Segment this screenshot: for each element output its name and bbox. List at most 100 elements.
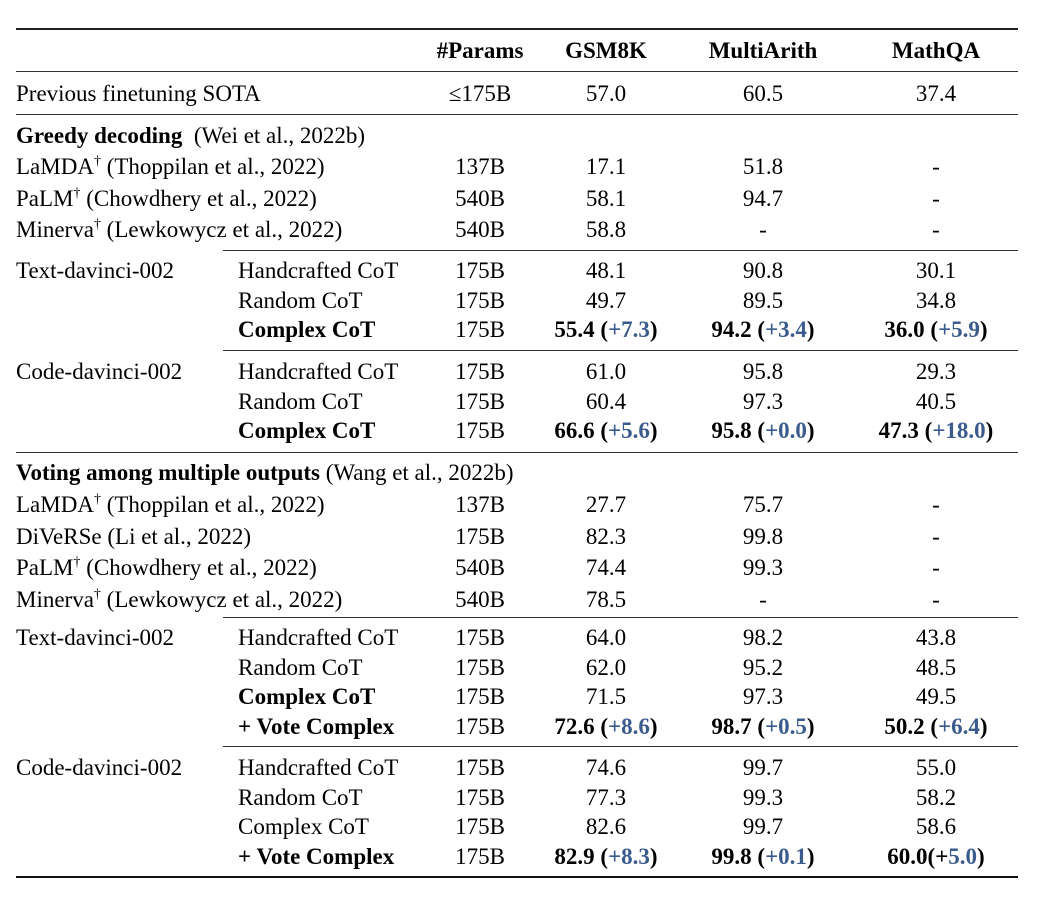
gsm8k-cell: 60.4 (546, 387, 666, 416)
params-cell: 175B (455, 814, 505, 839)
multiarith-cell: 95.2 (688, 653, 838, 682)
params-cell: 175B (455, 843, 505, 869)
multiarith-cell-value: 51.8 (742, 154, 784, 179)
multiarith-cell-value: 99.8 (742, 523, 784, 549)
paren-close: ) (979, 713, 988, 739)
gsm8k-cell: 82.9 (+8.3) (546, 842, 666, 871)
gsm8k-cell-value: 61.0 (585, 359, 627, 384)
mathqa-cell: - (856, 522, 1016, 551)
paren-close: ) (977, 843, 985, 869)
gsm8k-cell: 17.1 (546, 152, 666, 181)
greedy-baseline-rule (223, 250, 1018, 251)
multiarith-cell: 99.3 (688, 783, 838, 812)
multiarith-cell-value: 98.2 (742, 625, 784, 650)
baseline-row: DiVeRSe (Li et al., 2022) 175B 82.3 99.8 - (16, 522, 1018, 551)
method-row: Complex CoT 175B 71.5 97.3 49.5 (16, 682, 1018, 711)
header-gsm8k: GSM8K (565, 38, 647, 63)
baseline-row: Minerva† (Lewkowycz et al., 2022) 540B 78.… (16, 585, 1018, 614)
multiarith-cell-value: 99.7 (742, 814, 784, 839)
paren-open: ( (751, 317, 766, 342)
mathqa-cell: 37.4 (915, 81, 957, 106)
gsm8k-cell-value: 71.5 (585, 684, 627, 709)
gsm8k-cell-value: 82.6 (585, 814, 627, 839)
params-cell: 175B (455, 625, 505, 650)
model-cell: LaMDA† (Thoppilan et al., 2022) (16, 490, 325, 519)
section-title: Greedy decoding (16, 123, 183, 148)
params-cell: 175B (455, 654, 505, 680)
paren-open: ( (594, 843, 609, 869)
mathqa-cell-value: 36.0 (884, 317, 925, 342)
mathqa-cell: 30.1 (856, 256, 1016, 285)
gsm8k-cell-value: 74.6 (585, 755, 627, 780)
mathqa-cell: 29.3 (856, 357, 1016, 386)
paren-close: ) (806, 418, 815, 443)
gsm8k-cell-value: 60.4 (585, 388, 627, 414)
method-name: Random CoT (238, 388, 363, 414)
baseline-row: Minerva† (Lewkowycz et al., 2022) 540B 58.… (16, 215, 1018, 244)
model-citation: (Lewkowycz et al., 2022) (106, 586, 343, 612)
method-row: Handcrafted CoT 175B 74.6 99.7 55.0 (16, 753, 1018, 782)
gsm8k-cell: 62.0 (546, 653, 666, 682)
gsm8k-cell: 57.0 (585, 81, 627, 106)
gsm8k-cell: 55.4 (+7.3) (546, 315, 666, 344)
paren-close: ) (806, 317, 815, 342)
multiarith-cell: 99.8 (688, 522, 838, 551)
mathqa-cell-value: 43.8 (915, 625, 957, 650)
params-cell: 137B (455, 492, 505, 517)
gsm8k-cell: 82.6 (546, 812, 666, 841)
paren-close: ) (649, 418, 658, 443)
gsm8k-cell: 77.3 (546, 783, 666, 812)
mathqa-cell-value: 40.5 (915, 388, 957, 414)
section-title: Voting among multiple outputs (16, 460, 320, 485)
multiarith-cell: 95.8 (+0.0) (688, 416, 838, 445)
paren-open: ( (751, 418, 766, 443)
dagger-mark: † (73, 555, 81, 570)
multiarith-cell-value: 95.8 (711, 418, 752, 443)
paren-close: ) (649, 843, 658, 869)
gain-value: +0.5 (765, 713, 807, 739)
paren-open: ( (594, 713, 609, 739)
mathqa-cell-value: - (932, 555, 940, 580)
mathqa-cell-value: 55.0 (915, 755, 957, 780)
mathqa-cell: 36.0 (+5.9) (856, 315, 1016, 344)
gsm8k-cell-value: 48.1 (585, 258, 627, 283)
mathqa-cell: 48.5 (856, 653, 1016, 682)
header-params: #Params (436, 38, 524, 63)
model-name: LaMDA (16, 492, 94, 517)
mathqa-cell: - (856, 490, 1016, 519)
mathqa-cell: 58.2 (856, 783, 1016, 812)
gain-value: +7.3 (608, 317, 650, 342)
paren-open: ( (751, 843, 766, 869)
gsm8k-cell-value: 64.0 (585, 625, 627, 650)
header-multiarith: MultiArith (708, 38, 818, 63)
gain-value: +18.0 (932, 418, 986, 443)
mathqa-cell-value: 60.0 (887, 843, 928, 869)
mathqa-cell-value: - (932, 492, 940, 517)
multiarith-cell-value: 99.7 (742, 755, 784, 780)
sota-row: Previous finetuning SOTA ≤175B 57.0 60.5… (16, 79, 1018, 108)
bottom-rule (16, 876, 1018, 878)
dagger-mark: † (93, 217, 101, 232)
method-row: Random CoT 175B 49.7 89.5 34.8 (16, 286, 1018, 315)
gsm8k-cell: 64.0 (546, 623, 666, 652)
method-name: Random CoT (238, 287, 363, 313)
gsm8k-cell-value: 66.6 (554, 418, 595, 443)
greedy-text-rule (223, 350, 1018, 351)
model-name: PaLM (16, 555, 74, 580)
params-cell: 175B (455, 418, 505, 443)
method-name: + Vote Complex (238, 843, 395, 869)
params-cell: 540B (455, 185, 505, 211)
gsm8k-cell-value: 62.0 (585, 654, 627, 680)
multiarith-cell: 98.2 (688, 623, 838, 652)
paren-close: ) (649, 317, 658, 342)
mathqa-cell: - (856, 585, 1016, 614)
mathqa-cell: 49.5 (856, 682, 1016, 711)
params-cell: 540B (455, 555, 505, 580)
mathqa-cell-value: - (932, 523, 940, 549)
method-name: Complex CoT (238, 814, 369, 839)
gsm8k-cell: 74.4 (546, 553, 666, 582)
multiarith-cell-value: 99.3 (742, 784, 784, 810)
gsm8k-cell: 27.7 (546, 490, 666, 519)
baseline-row: PaLM† (Chowdhery et al., 2022) 540B 74.4 99… (16, 553, 1018, 582)
dagger-mark: † (73, 185, 81, 201)
